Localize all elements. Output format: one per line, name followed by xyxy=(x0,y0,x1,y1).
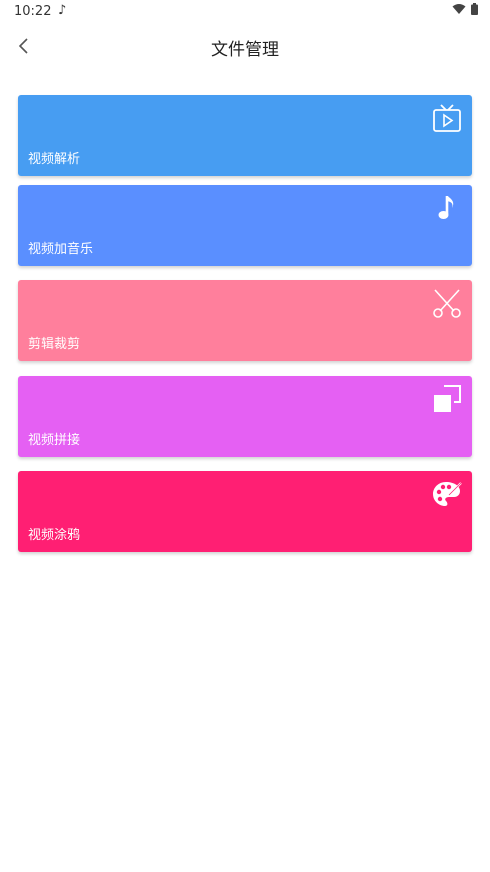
card-video-parse[interactable]: 视频解析 xyxy=(18,95,472,176)
card-video-splice[interactable]: 视频拼接 xyxy=(18,376,472,457)
page-title: 文件管理 xyxy=(211,40,279,60)
status-time: 10:22 xyxy=(14,4,52,19)
palette-icon xyxy=(432,479,462,509)
card-label: 视频解析 xyxy=(28,152,81,167)
scissors-icon xyxy=(432,288,462,318)
status-bar: 10:22 ♪ xyxy=(0,0,490,24)
copy-squares-icon xyxy=(432,384,462,414)
music-note-status-icon: ♪ xyxy=(58,3,67,18)
card-label: 视频拼接 xyxy=(28,433,81,448)
music-note-icon xyxy=(432,193,462,223)
tv-play-icon xyxy=(432,103,462,133)
card-clip-crop[interactable]: 剪辑裁剪 xyxy=(18,280,472,361)
card-label: 视频加音乐 xyxy=(28,242,94,257)
card-label: 剪辑裁剪 xyxy=(28,337,81,352)
card-label: 视频涂鸦 xyxy=(28,528,81,543)
card-video-add-music[interactable]: 视频加音乐 xyxy=(18,185,472,266)
battery-icon xyxy=(471,3,478,15)
card-video-doodle[interactable]: 视频涂鸦 xyxy=(18,471,472,552)
wifi-icon xyxy=(452,4,466,14)
header: 文件管理 xyxy=(0,24,490,68)
status-icons xyxy=(452,3,478,15)
